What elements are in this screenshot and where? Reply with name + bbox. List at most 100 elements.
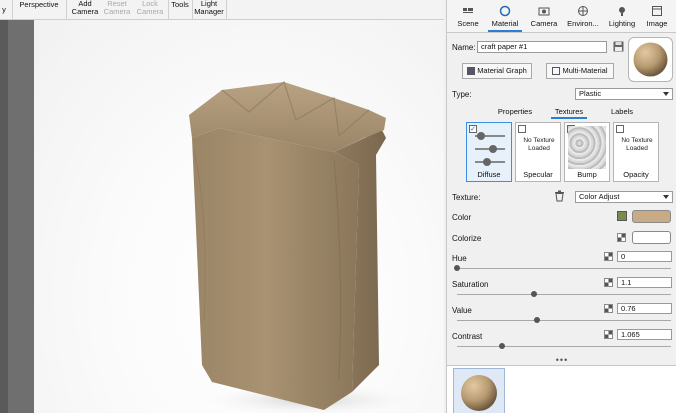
multi-material-icon xyxy=(552,67,561,76)
saturation-input[interactable]: 1.1 xyxy=(617,277,672,288)
texture-label: Texture: xyxy=(452,193,481,202)
texture-slot-diffuse[interactable]: ✓ Diffuse xyxy=(466,122,512,182)
texture-caption: Specular xyxy=(523,170,553,179)
value-label: Value xyxy=(452,306,472,315)
image-icon xyxy=(640,5,674,19)
environment-icon xyxy=(563,5,603,19)
no-texture-text: No Texture Loaded xyxy=(621,137,653,152)
material-type-value: Plastic xyxy=(579,89,602,98)
colorize-swatch[interactable] xyxy=(632,231,671,244)
tab-image[interactable]: Image xyxy=(640,2,674,32)
saturation-slider-track[interactable] xyxy=(457,294,671,295)
specular-checkbox[interactable] xyxy=(518,125,526,133)
saturation-label: Saturation xyxy=(452,280,489,289)
toolbar-divider xyxy=(12,0,13,20)
texture-type-value: Color Adjust xyxy=(579,192,620,201)
material-library-strip xyxy=(447,365,676,413)
tab-material[interactable]: Material xyxy=(488,2,522,32)
value-map-icon[interactable] xyxy=(604,304,613,313)
reset-camera-button[interactable]: Reset Camera xyxy=(102,0,132,20)
graph-icon xyxy=(467,67,476,76)
texture-caption: Opacity xyxy=(623,170,649,179)
material-graph-label: Material Graph xyxy=(477,66,527,75)
contrast-label: Contrast xyxy=(452,332,483,341)
contrast-map-icon[interactable] xyxy=(604,330,613,339)
contrast-slider-knob[interactable] xyxy=(499,343,505,349)
material-icon xyxy=(488,5,522,19)
value-input[interactable]: 0.76 xyxy=(617,303,672,314)
material-type-dropdown[interactable]: Plastic xyxy=(575,88,673,100)
lighting-icon xyxy=(605,5,639,19)
camera-icon xyxy=(527,5,561,19)
toolbar-divider xyxy=(192,0,193,20)
toolbar-item-partial[interactable]: y xyxy=(0,0,8,20)
tab-label: Image xyxy=(646,19,668,28)
value-slider-track[interactable] xyxy=(457,320,671,321)
tab-label: Scene xyxy=(457,19,479,28)
more-indicator[interactable]: ••• xyxy=(447,355,676,365)
tab-label: Camera xyxy=(530,19,558,28)
contrast-slider-track[interactable] xyxy=(457,346,671,347)
toolbar-divider xyxy=(66,0,67,20)
save-material-icon[interactable] xyxy=(613,41,624,52)
toolbar-divider xyxy=(226,0,227,20)
saturation-slider-knob[interactable] xyxy=(531,291,537,297)
hue-slider-knob[interactable] xyxy=(454,265,460,271)
tools-button[interactable]: Tools xyxy=(170,0,190,20)
tab-label: Lighting xyxy=(608,19,636,28)
texture-caption: Bump xyxy=(577,170,597,179)
color-swatch[interactable] xyxy=(632,210,671,223)
paper-bag-render xyxy=(189,80,429,413)
color-texture-icon[interactable] xyxy=(617,211,627,221)
colorize-label: Colorize xyxy=(452,234,482,243)
multi-material-button[interactable]: Multi-Material xyxy=(546,63,614,79)
texture-caption: Diffuse xyxy=(477,170,501,179)
opacity-checkbox[interactable] xyxy=(616,125,624,133)
tab-lighting[interactable]: Lighting xyxy=(605,2,639,32)
tab-camera[interactable]: Camera xyxy=(527,2,561,32)
render-viewport[interactable] xyxy=(34,20,444,413)
lock-camera-button[interactable]: Lock Camera xyxy=(134,0,166,20)
color-label: Color xyxy=(452,213,472,222)
material-preview-thumbnail[interactable] xyxy=(628,37,673,82)
texture-slot-specular[interactable]: No Texture Loaded Specular xyxy=(515,122,561,182)
value-slider-knob[interactable] xyxy=(534,317,540,323)
toolbar-divider xyxy=(168,0,169,20)
subtab-labels[interactable]: Labels xyxy=(607,106,637,119)
name-label: Name: xyxy=(452,43,476,52)
subtab-properties[interactable]: Properties xyxy=(495,106,535,119)
tab-environment[interactable]: Environ... xyxy=(563,2,603,32)
light-manager-button[interactable]: Light Manager xyxy=(194,0,224,20)
no-texture-text: No Texture Loaded xyxy=(523,137,555,152)
chevron-down-icon xyxy=(663,195,669,199)
top-toolbar: y Perspective Add Camera Reset Camera Lo… xyxy=(0,0,444,20)
saturation-map-icon[interactable] xyxy=(604,278,613,287)
contrast-input[interactable]: 1.065 xyxy=(617,329,672,340)
texture-slot-bump[interactable]: ✓ Bump xyxy=(564,122,610,182)
material-library-thumbnail[interactable] xyxy=(453,368,505,413)
left-side-strip xyxy=(0,20,34,413)
add-camera-button[interactable]: Add Camera xyxy=(68,0,102,20)
tab-label: Environ... xyxy=(567,19,599,28)
hue-input[interactable]: 0 xyxy=(617,251,672,262)
texture-type-dropdown[interactable]: Color Adjust xyxy=(575,191,673,203)
tab-scene[interactable]: Scene xyxy=(451,2,485,32)
perspective-button[interactable]: Perspective xyxy=(14,0,64,20)
material-graph-button[interactable]: Material Graph xyxy=(462,63,532,79)
color-adjust-icon xyxy=(475,132,505,166)
material-name-input[interactable]: craft paper #1 xyxy=(477,41,607,53)
subtab-textures[interactable]: Textures xyxy=(551,106,587,119)
type-label: Type: xyxy=(452,90,472,99)
colorize-map-icon[interactable] xyxy=(617,233,626,242)
chevron-down-icon xyxy=(663,92,669,96)
hue-slider-track[interactable] xyxy=(457,268,671,269)
panel-tab-bar: Scene Material Camera Environ... Lightin… xyxy=(447,0,676,33)
bump-texture-thumbnail xyxy=(568,126,606,169)
multi-material-label: Multi-Material xyxy=(562,66,608,75)
hue-label: Hue xyxy=(452,254,467,263)
scene-icon xyxy=(451,5,485,19)
texture-slot-opacity[interactable]: No Texture Loaded Opacity xyxy=(613,122,659,182)
trash-icon[interactable] xyxy=(554,190,565,202)
hue-map-icon[interactable] xyxy=(604,252,613,261)
tab-label: Material xyxy=(491,19,519,28)
